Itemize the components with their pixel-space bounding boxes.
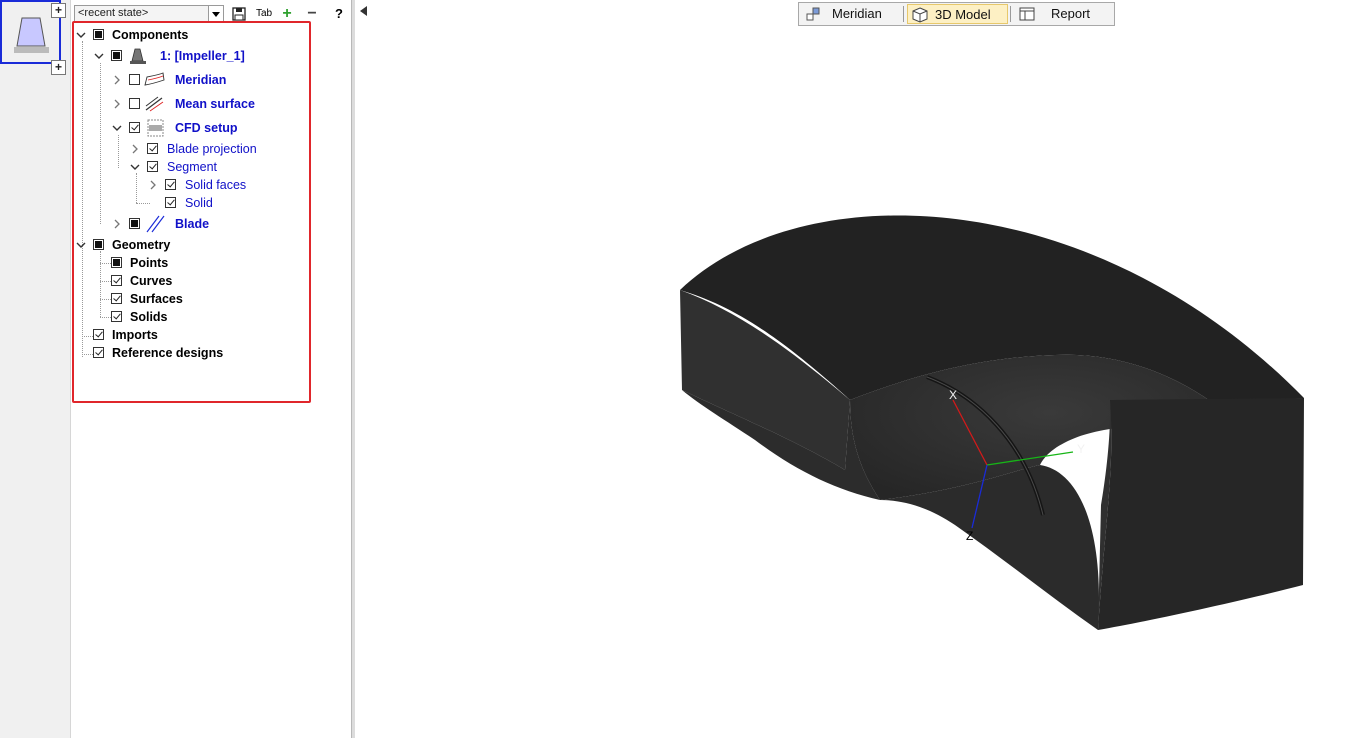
help-icon: ? (335, 6, 343, 21)
save-icon (232, 7, 246, 21)
highlight-box (72, 21, 311, 403)
tab-separator (1010, 6, 1011, 22)
save-state-button[interactable] (231, 5, 247, 22)
tab-meridian[interactable]: Meridian (801, 4, 904, 24)
plus-icon: + (282, 5, 292, 22)
meridian-view-icon (805, 6, 821, 22)
tab-separator (903, 6, 904, 22)
add-below-button[interactable]: + (51, 60, 66, 75)
minus-icon: − (307, 5, 317, 22)
help-button[interactable]: ? (333, 5, 345, 22)
cube-icon (912, 7, 928, 23)
remove-item-button[interactable]: − (305, 5, 319, 22)
add-item-button[interactable]: + (280, 5, 294, 22)
axis-z-label: Z (966, 529, 973, 543)
tab-label: 3D Model (935, 7, 991, 22)
tab-report[interactable]: Report (1013, 4, 1113, 24)
recent-state-value: <recent state> (78, 7, 149, 19)
thumbnail-rail: + + (0, 0, 71, 738)
tab-text-icon: Tab (255, 8, 273, 19)
tab-3d-model[interactable]: 3D Model (907, 4, 1008, 24)
3d-viewport[interactable]: X Y Z (355, 0, 1372, 738)
tab-label: Meridian (832, 6, 882, 21)
axis-y-label: Y (1077, 442, 1085, 456)
3d-model-canvas[interactable]: X Y Z (355, 0, 1372, 738)
chevron-down-icon[interactable] (208, 6, 223, 21)
tab-toggle-button[interactable]: Tab (255, 5, 273, 22)
tree-panel: <recent state> Tab + − ? Components 1: [… (70, 0, 352, 738)
impeller-solid-model (680, 215, 1304, 630)
recent-state-dropdown[interactable]: <recent state> (74, 5, 224, 22)
add-above-button[interactable]: + (51, 3, 66, 18)
view-tab-bar: Meridian 3D Model Report (798, 2, 1115, 26)
tab-label: Report (1051, 6, 1091, 21)
axis-x-label: X (949, 388, 957, 402)
report-icon (1019, 6, 1035, 22)
collapse-panel-arrow-icon[interactable] (360, 6, 367, 16)
